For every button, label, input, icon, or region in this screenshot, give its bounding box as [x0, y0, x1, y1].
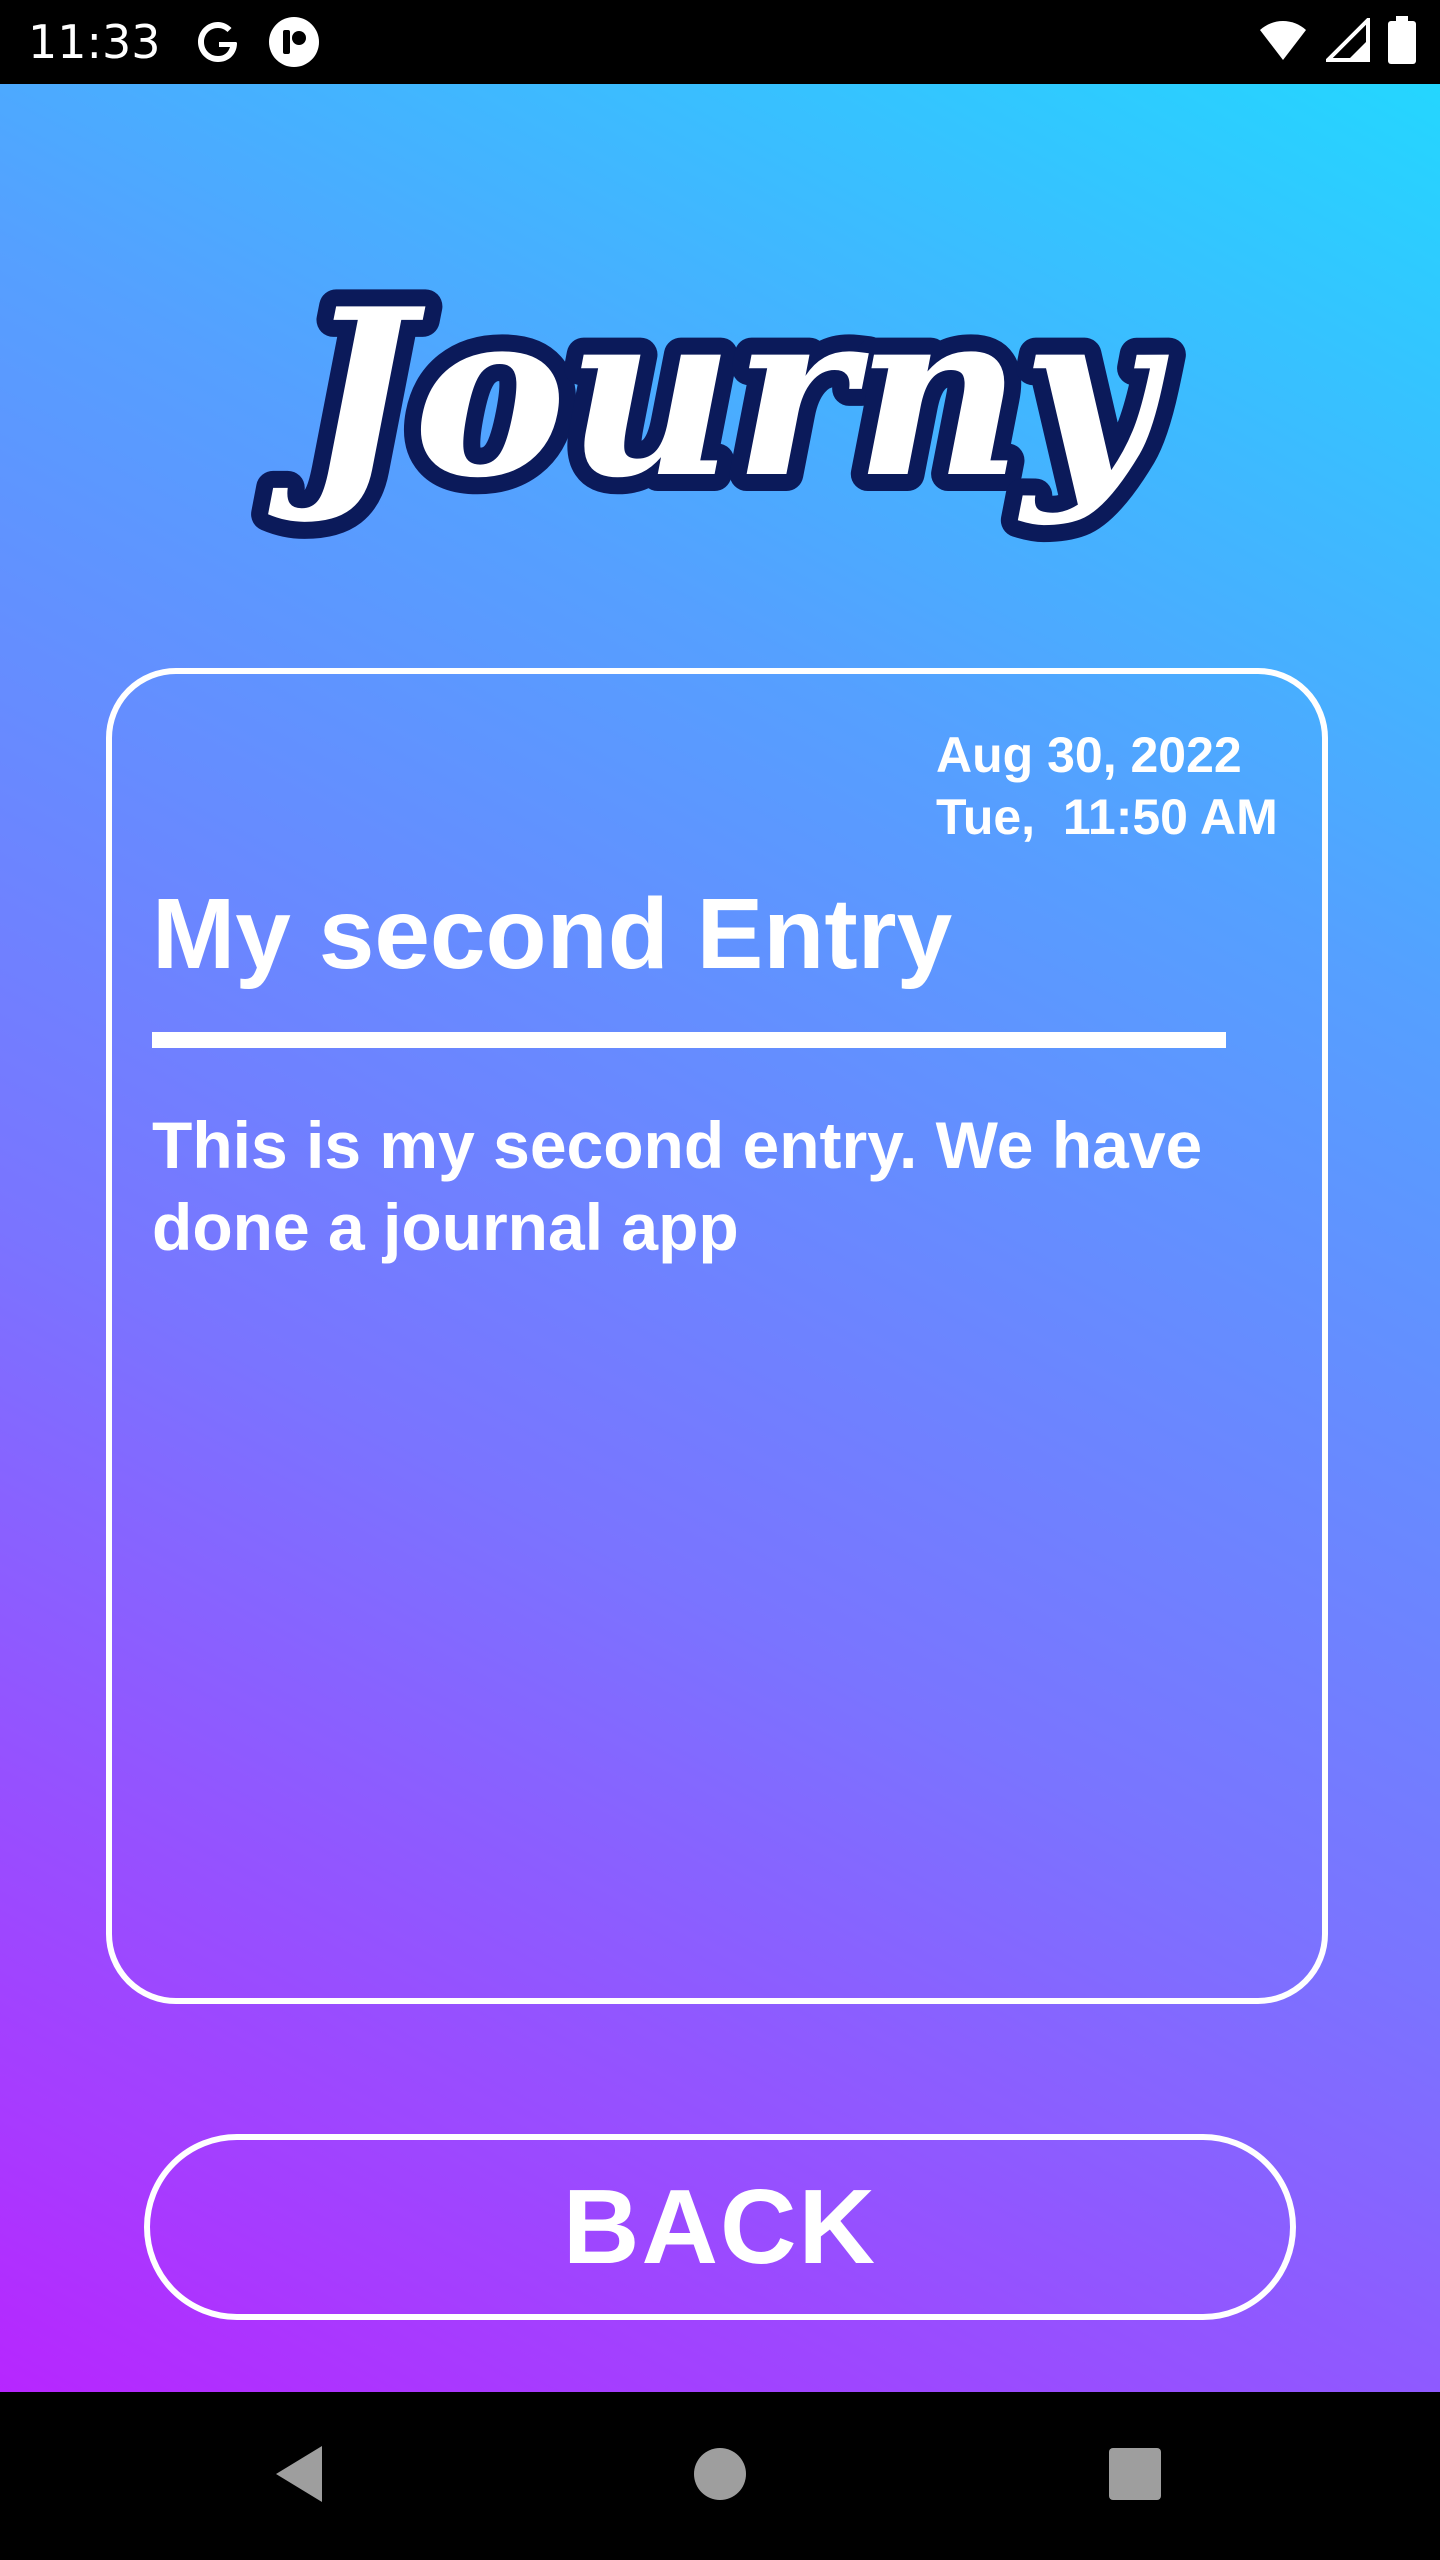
status-time: 11:33	[28, 15, 161, 69]
app-notification-icon	[266, 14, 322, 70]
battery-icon	[1388, 16, 1416, 68]
svg-text:Journy: Journy	[267, 259, 1169, 529]
google-g-icon	[190, 14, 246, 70]
entry-day-time: Tue, 11:50 AM	[936, 789, 1278, 845]
navigation-bar	[0, 2392, 1440, 2560]
back-button[interactable]: BACK	[144, 2134, 1296, 2320]
entry-datetime: Aug 30, 2022 Tue, 11:50 AM	[936, 724, 1278, 848]
wifi-icon	[1258, 18, 1308, 66]
nav-back-button[interactable]	[260, 2436, 340, 2516]
status-icons	[1258, 14, 1416, 70]
entry-date: Aug 30, 2022	[936, 727, 1242, 783]
entry-card: Aug 30, 2022 Tue, 11:50 AM My second Ent…	[106, 668, 1328, 2004]
title-divider	[152, 1032, 1226, 1048]
nav-recents-button[interactable]	[1095, 2436, 1175, 2516]
home-circle-icon	[690, 2444, 750, 2508]
journy-logo: Journy Journy	[250, 224, 1186, 584]
entry-body: This is my second entry. We have done a …	[152, 1108, 1203, 1264]
recents-square-icon	[1107, 2446, 1163, 2506]
entry-title: My second Entry	[152, 878, 953, 990]
back-button-label: BACK	[562, 2167, 878, 2286]
cellular-signal-icon	[1323, 15, 1370, 66]
back-triangle-icon	[270, 2442, 330, 2510]
status-bar: 11:33	[0, 0, 1440, 84]
journal-entry-screen: Journy Journy Aug 30, 2022 Tue, 11:50 AM…	[0, 84, 1440, 2392]
nav-home-button[interactable]	[680, 2436, 760, 2516]
